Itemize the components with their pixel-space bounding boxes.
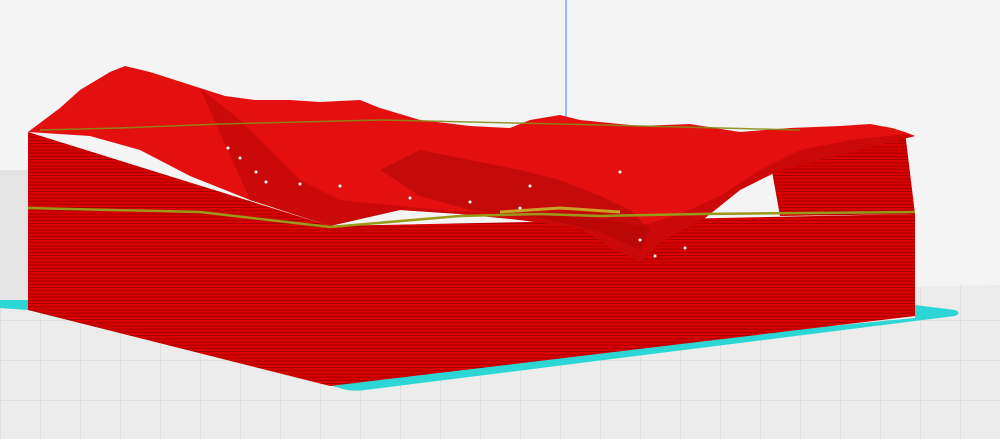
build-scene[interactable] xyxy=(0,0,1000,439)
3d-viewport[interactable] xyxy=(0,0,1000,439)
build-volume-wall xyxy=(0,170,30,310)
